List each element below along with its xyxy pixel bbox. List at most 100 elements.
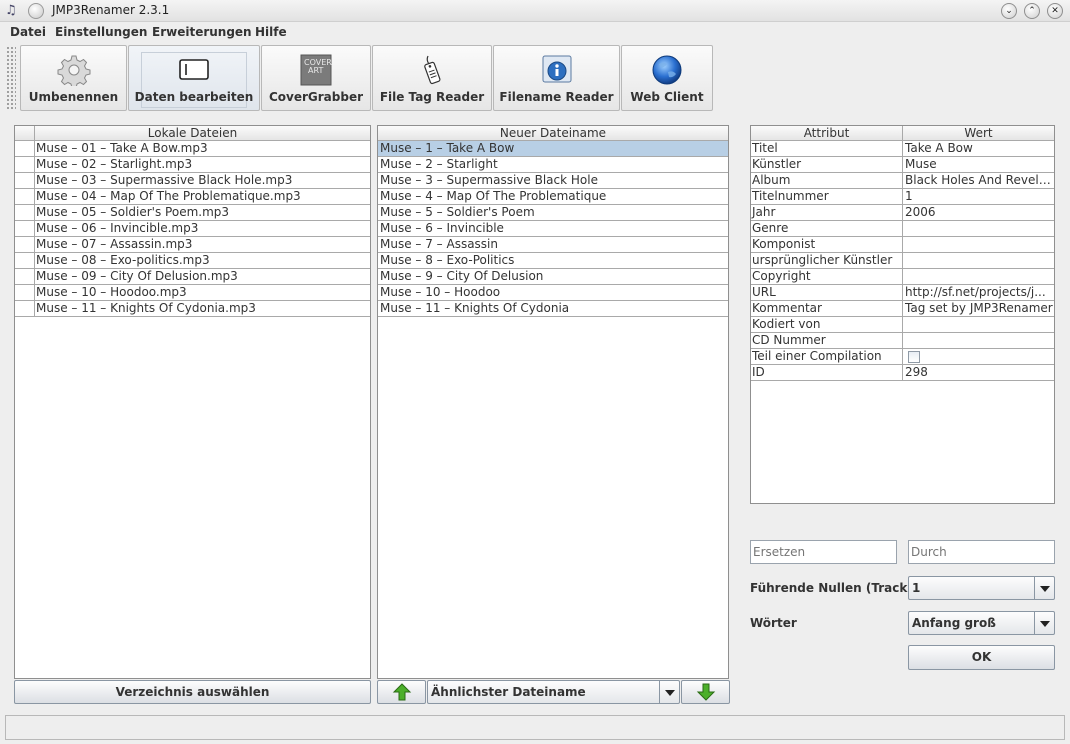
table-row[interactable]: Muse – 11 – Knights Of Cydonia.mp3 <box>15 301 370 317</box>
table-row[interactable]: Jahr 2006 <box>751 205 1054 221</box>
table-row[interactable]: Muse – 6 – Invincible <box>378 221 728 237</box>
table-row[interactable]: Muse – 9 – City Of Delusion <box>378 269 728 285</box>
attribute-value[interactable]: 2006 <box>904 205 1054 220</box>
table-row[interactable]: Copyright <box>751 269 1054 285</box>
table-row[interactable]: Komponist <box>751 237 1054 253</box>
attribute-name: URL <box>751 285 903 300</box>
table-row[interactable]: Kommentar Tag set by JMP3Renamer <box>751 301 1054 317</box>
ersetzen-input[interactable] <box>750 540 897 564</box>
table-row[interactable]: Muse – 03 – Supermassive Black Hole.mp3 <box>15 173 370 189</box>
table-row[interactable]: Künstler Muse <box>751 157 1054 173</box>
local-files-table[interactable]: Lokale Dateien Muse – 01 – Take A Bow.mp… <box>14 125 371 679</box>
table-row[interactable]: Muse – 02 – Starlight.mp3 <box>15 157 370 173</box>
table-row[interactable]: Muse – 05 – Soldier's Poem.mp3 <box>15 205 370 221</box>
words-label: Wörter <box>750 616 797 630</box>
table-row[interactable]: Muse – 07 – Assassin.mp3 <box>15 237 370 253</box>
chevron-down-icon[interactable] <box>1034 577 1054 599</box>
chevron-down-icon[interactable] <box>1034 612 1054 634</box>
attribute-value[interactable]: 1 <box>904 189 1054 204</box>
table-row[interactable]: ID 298 <box>751 365 1054 381</box>
row-number-cell <box>15 205 35 220</box>
table-row[interactable]: Muse – 4 – Map Of The Problematique <box>378 189 728 205</box>
table-row[interactable]: Muse – 11 – Knights Of Cydonia <box>378 301 728 317</box>
compilation-checkbox[interactable] <box>908 351 920 363</box>
table-row[interactable]: Muse – 06 – Invincible.mp3 <box>15 221 370 237</box>
attribute-value[interactable]: http://sf.net/projects/j... <box>904 285 1054 300</box>
table-row[interactable]: Teil einer Compilation <box>751 349 1054 365</box>
attribute-value[interactable]: Muse <box>904 157 1054 172</box>
row-number-cell <box>15 285 35 300</box>
attribute-value[interactable]: Tag set by JMP3Renamer <box>904 301 1054 316</box>
move-down-button[interactable] <box>681 680 730 704</box>
local-file-name: Muse – 04 – Map Of The Problematique.mp3 <box>36 189 301 203</box>
table-row[interactable]: Muse – 04 – Map Of The Problematique.mp3 <box>15 189 370 205</box>
table-row[interactable]: Titelnummer 1 <box>751 189 1054 205</box>
attribute-value[interactable]: Black Holes And Revela... <box>904 173 1054 188</box>
attribute-value[interactable]: 298 <box>904 365 1054 380</box>
sort-mode-select[interactable]: Ähnlichster Dateiname <box>427 680 680 704</box>
attribute-value[interactable] <box>904 253 1054 268</box>
table-row[interactable]: CD Nummer <box>751 333 1054 349</box>
table-row[interactable]: Kodiert von <box>751 317 1054 333</box>
table-row[interactable]: Muse – 2 – Starlight <box>378 157 728 173</box>
menu-datei[interactable]: Datei <box>10 25 46 39</box>
words-select[interactable]: Anfang groß <box>908 611 1055 635</box>
local-files-header[interactable]: Lokale Dateien <box>15 126 370 141</box>
window-menu-button[interactable] <box>28 3 44 19</box>
attribute-value[interactable] <box>904 269 1054 284</box>
new-file-name: Muse – 6 – Invincible <box>380 221 504 235</box>
table-row[interactable]: Muse – 08 – Exo-politics.mp3 <box>15 253 370 269</box>
umbenennen-button[interactable]: Umbenennen <box>20 45 127 111</box>
menu-hilfe[interactable]: Hilfe <box>255 25 287 39</box>
toolbar-grip[interactable] <box>6 46 16 110</box>
row-number-cell <box>15 173 35 188</box>
file-tag-reader-label: File Tag Reader <box>379 90 485 104</box>
attribute-value[interactable] <box>904 221 1054 236</box>
durch-input[interactable] <box>908 540 1055 564</box>
wert-column-header[interactable]: Wert <box>903 126 1054 140</box>
new-filenames-header[interactable]: Neuer Dateiname <box>378 126 728 141</box>
table-row[interactable]: Album Black Holes And Revela... <box>751 173 1054 189</box>
close-icon[interactable]: ✕ <box>1047 3 1063 19</box>
verzeichnis-auswaehlen-button[interactable]: Verzeichnis auswählen <box>14 680 371 704</box>
table-row[interactable]: Muse – 1 – Take A Bow <box>378 141 728 157</box>
menu-einstellungen[interactable]: Einstellungen <box>55 25 147 39</box>
menu-erweiterungen[interactable]: Erweiterungen <box>152 25 252 39</box>
local-file-name: Muse – 09 – City Of Delusion.mp3 <box>36 269 238 283</box>
attribute-table[interactable]: Attribut Wert Titel Take A Bow Künstler Mus… <box>750 125 1055 504</box>
table-row[interactable]: Titel Take A Bow <box>751 141 1054 157</box>
minimize-icon[interactable]: ⌄ <box>1001 3 1017 19</box>
daten-bearbeiten-button[interactable]: Daten bearbeiten <box>128 45 260 111</box>
filename-reader-button[interactable]: Filename Reader <box>493 45 620 111</box>
file-tag-reader-button[interactable]: File Tag Reader <box>372 45 492 111</box>
table-row[interactable]: Muse – 3 – Supermassive Black Hole <box>378 173 728 189</box>
move-up-button[interactable] <box>377 680 426 704</box>
attribute-name: ID <box>751 365 903 380</box>
new-file-name: Muse – 2 – Starlight <box>380 157 498 171</box>
table-row[interactable]: Muse – 10 – Hoodoo.mp3 <box>15 285 370 301</box>
table-row[interactable]: Muse – 09 – City Of Delusion.mp3 <box>15 269 370 285</box>
table-row[interactable]: Muse – 5 – Soldier's Poem <box>378 205 728 221</box>
table-row[interactable]: ursprünglicher Künstler <box>751 253 1054 269</box>
attribut-column-header[interactable]: Attribut <box>751 126 903 140</box>
covergrabber-button[interactable]: COVER ART CoverGrabber <box>261 45 371 111</box>
leading-zeros-select[interactable]: 1 <box>908 576 1055 600</box>
table-row[interactable]: Genre <box>751 221 1054 237</box>
chevron-down-icon[interactable] <box>659 681 679 703</box>
table-row[interactable]: Muse – 01 – Take A Bow.mp3 <box>15 141 370 157</box>
table-row[interactable]: URL http://sf.net/projects/j... <box>751 285 1054 301</box>
ok-button[interactable]: OK <box>908 645 1055 670</box>
table-row[interactable]: Muse – 7 – Assassin <box>378 237 728 253</box>
maximize-icon[interactable]: ⌃ <box>1024 3 1040 19</box>
web-client-button[interactable]: Web Client <box>621 45 713 111</box>
attribute-value[interactable]: Take A Bow <box>904 141 1054 156</box>
new-filenames-rows: Muse – 1 – Take A Bow Muse – 2 – Starligh… <box>378 141 728 317</box>
words-value: Anfang groß <box>912 616 996 630</box>
table-row[interactable]: Muse – 8 – Exo-Politics <box>378 253 728 269</box>
attribute-name: ursprünglicher Künstler <box>751 253 903 268</box>
attribute-value[interactable] <box>904 237 1054 252</box>
attribute-value[interactable] <box>904 317 1054 332</box>
table-row[interactable]: Muse – 10 – Hoodoo <box>378 285 728 301</box>
attribute-value[interactable] <box>904 333 1054 348</box>
new-filenames-table[interactable]: Neuer Dateiname Muse – 1 – Take A Bow Mus… <box>377 125 729 679</box>
